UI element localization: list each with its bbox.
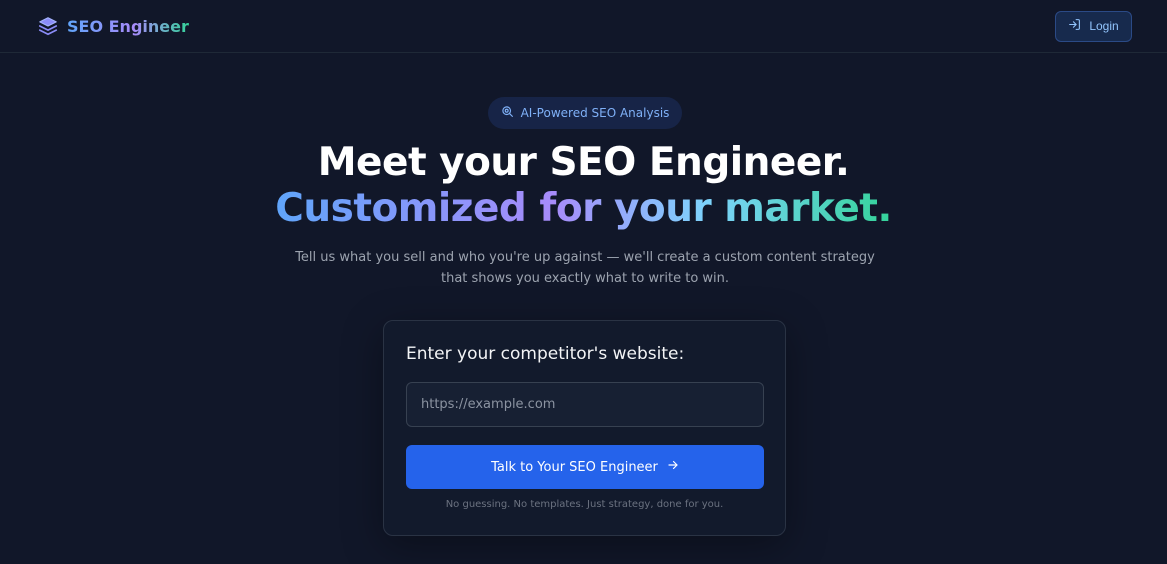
form-title: Enter your competitor's website:: [406, 344, 685, 364]
brand-name: SEO Engineer: [67, 16, 189, 36]
layers-icon: [37, 15, 59, 37]
hero-headline: Meet your SEO Engineer. Customized for y…: [0, 140, 1167, 232]
badge-label: AI-Powered SEO Analysis: [520, 106, 670, 120]
arrow-right-icon: [667, 459, 679, 475]
top-navigation: SEO Engineer Login: [0, 0, 1167, 53]
headline-line-1: Meet your SEO Engineer.: [317, 140, 850, 185]
zoom-search-icon: [501, 105, 514, 121]
submit-label: Talk to Your SEO Engineer: [491, 459, 658, 475]
brand-logo[interactable]: SEO Engineer: [37, 15, 189, 37]
headline-line-2: Customized for your market.: [275, 186, 892, 231]
ai-analysis-badge: AI-Powered SEO Analysis: [488, 97, 682, 129]
competitor-form-card: Enter your competitor's website: Talk to…: [383, 320, 786, 536]
login-button[interactable]: Login: [1055, 10, 1132, 42]
competitor-url-input[interactable]: [406, 382, 764, 427]
hero-subtitle: Tell us what you sell and who you're up …: [295, 250, 875, 286]
log-in-icon: [1068, 18, 1081, 34]
login-label: Login: [1089, 19, 1119, 33]
form-footnote: No guessing. No templates. Just strategy…: [445, 499, 724, 510]
talk-to-seo-engineer-button[interactable]: Talk to Your SEO Engineer: [406, 445, 764, 489]
